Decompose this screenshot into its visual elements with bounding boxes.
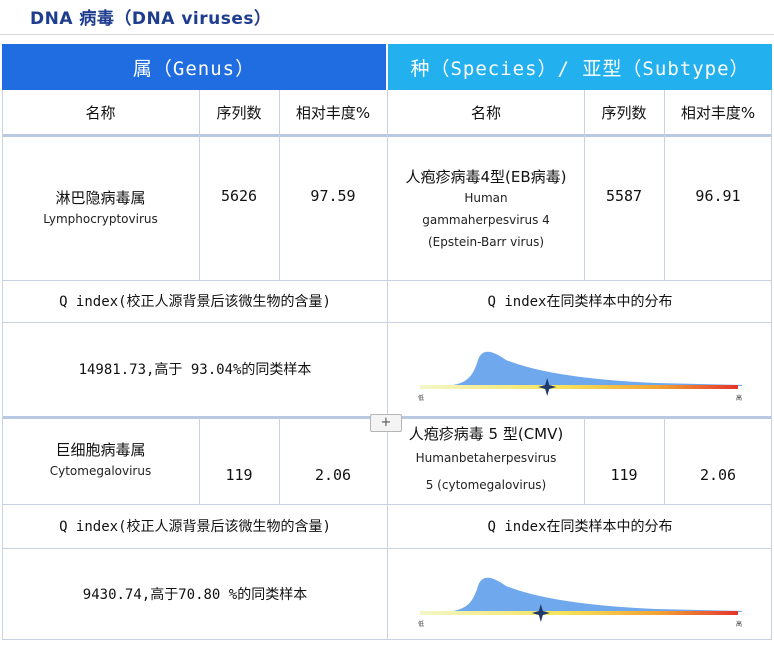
- genus-cell: 巨细胞病毒属 Cytomegalovirus: [2, 420, 199, 502]
- species-name-col-header: 名称: [470, 103, 501, 122]
- q-index-label: Q index(校正人源背景后该微生物的含量): [59, 519, 331, 535]
- species-name-cn: 人疱疹病毒 5 型(CMV): [408, 425, 564, 443]
- genus-name-en: Cytomegalovirus: [49, 464, 152, 478]
- distribution-gradient-bar: [420, 385, 738, 389]
- expand-button[interactable]: +: [370, 414, 402, 432]
- genus-reads: 119: [225, 466, 253, 484]
- col-divider: [584, 418, 585, 504]
- distribution-high-label: 高: [735, 621, 742, 628]
- plus-icon[interactable]: +: [381, 415, 392, 430]
- species-name-cn: 人疱疹病毒4型(EB病毒): [405, 168, 567, 186]
- col-divider: [584, 90, 585, 280]
- genus-name-en: Lymphocryptovirus: [43, 212, 158, 226]
- species-reads: 119: [610, 466, 638, 484]
- q-index-label: Q index(校正人源背景后该微生物的含量): [59, 294, 331, 310]
- q-distribution-chart: 低高: [416, 574, 742, 634]
- col-divider: [279, 418, 280, 504]
- distribution-low-label: 低: [418, 621, 425, 628]
- genus-header: 属（Genus）: [2, 44, 386, 90]
- distribution-high-label: 高: [735, 395, 742, 402]
- genus-name-col-header: 名称: [85, 103, 116, 122]
- col-divider: [387, 90, 388, 640]
- distribution-curve: [446, 577, 742, 612]
- q-distribution-chart: 低高: [416, 348, 742, 408]
- q-index-value: 9430.74,高于70.80 %的同类样本: [82, 587, 308, 603]
- genus-abundance: 97.59: [310, 187, 356, 205]
- title-divider: [0, 34, 774, 35]
- species-abundance-col-header: 相对丰度%: [680, 103, 756, 122]
- genus-cell: 淋巴隐病毒属 Lymphocryptovirus: [2, 138, 199, 280]
- species-name-en-2: gammaherpesvirus 4: [422, 213, 550, 227]
- q-distribution-label: Q index在同类样本中的分布: [487, 294, 673, 310]
- species-reads: 5587: [605, 187, 643, 205]
- col-divider: [199, 418, 200, 504]
- col-divider: [664, 90, 665, 280]
- species-name-en-1: Human: [464, 191, 508, 205]
- distribution-svg: [420, 577, 742, 622]
- species-cell: 人疱疹病毒 5 型(CMV) Humanbetaherpesvirus 5 (c…: [388, 420, 584, 502]
- col-divider: [771, 90, 772, 640]
- col-divider: [664, 418, 665, 504]
- genus-name-cn: 巨细胞病毒属: [55, 441, 146, 459]
- genus-reads: 5626: [220, 187, 258, 205]
- species-name-en-3: (Epstein-Barr virus): [427, 235, 545, 249]
- col-divider: [2, 90, 3, 640]
- q-distribution-label: Q index在同类样本中的分布: [487, 519, 673, 535]
- genus-abundance: 2.06: [314, 466, 352, 484]
- genus-reads-col-header: 序列数: [216, 103, 262, 122]
- distribution-svg: [420, 351, 742, 396]
- species-header: 种（Species）/ 亚型（Subtype）: [388, 44, 772, 90]
- virus-table: 名称 序列数 相对丰度% 名称 序列数 相对丰度% 淋巴隐病毒属 Lymphoc…: [2, 90, 772, 640]
- page-title: DNA 病毒（DNA viruses）: [30, 9, 272, 29]
- species-name-en-1: Humanbetaherpesvirus: [415, 451, 557, 465]
- distribution-curve: [446, 351, 742, 386]
- distribution-gradient-bar: [420, 611, 738, 615]
- species-name-en-2: 5 (cytomegalovirus): [425, 478, 547, 492]
- genus-abundance-col-header: 相对丰度%: [295, 103, 371, 122]
- species-cell: 人疱疹病毒4型(EB病毒) Human gammaherpesvirus 4 (…: [388, 140, 584, 280]
- species-abundance: 2.06: [699, 466, 737, 484]
- col-divider: [279, 90, 280, 280]
- q-index-value: 14981.73,高于 93.04%的同类样本: [78, 362, 312, 378]
- species-abundance: 96.91: [695, 187, 741, 205]
- species-reads-col-header: 序列数: [601, 103, 647, 122]
- col-divider: [199, 90, 200, 280]
- distribution-low-label: 低: [418, 395, 425, 402]
- genus-name-cn: 淋巴隐病毒属: [55, 189, 146, 207]
